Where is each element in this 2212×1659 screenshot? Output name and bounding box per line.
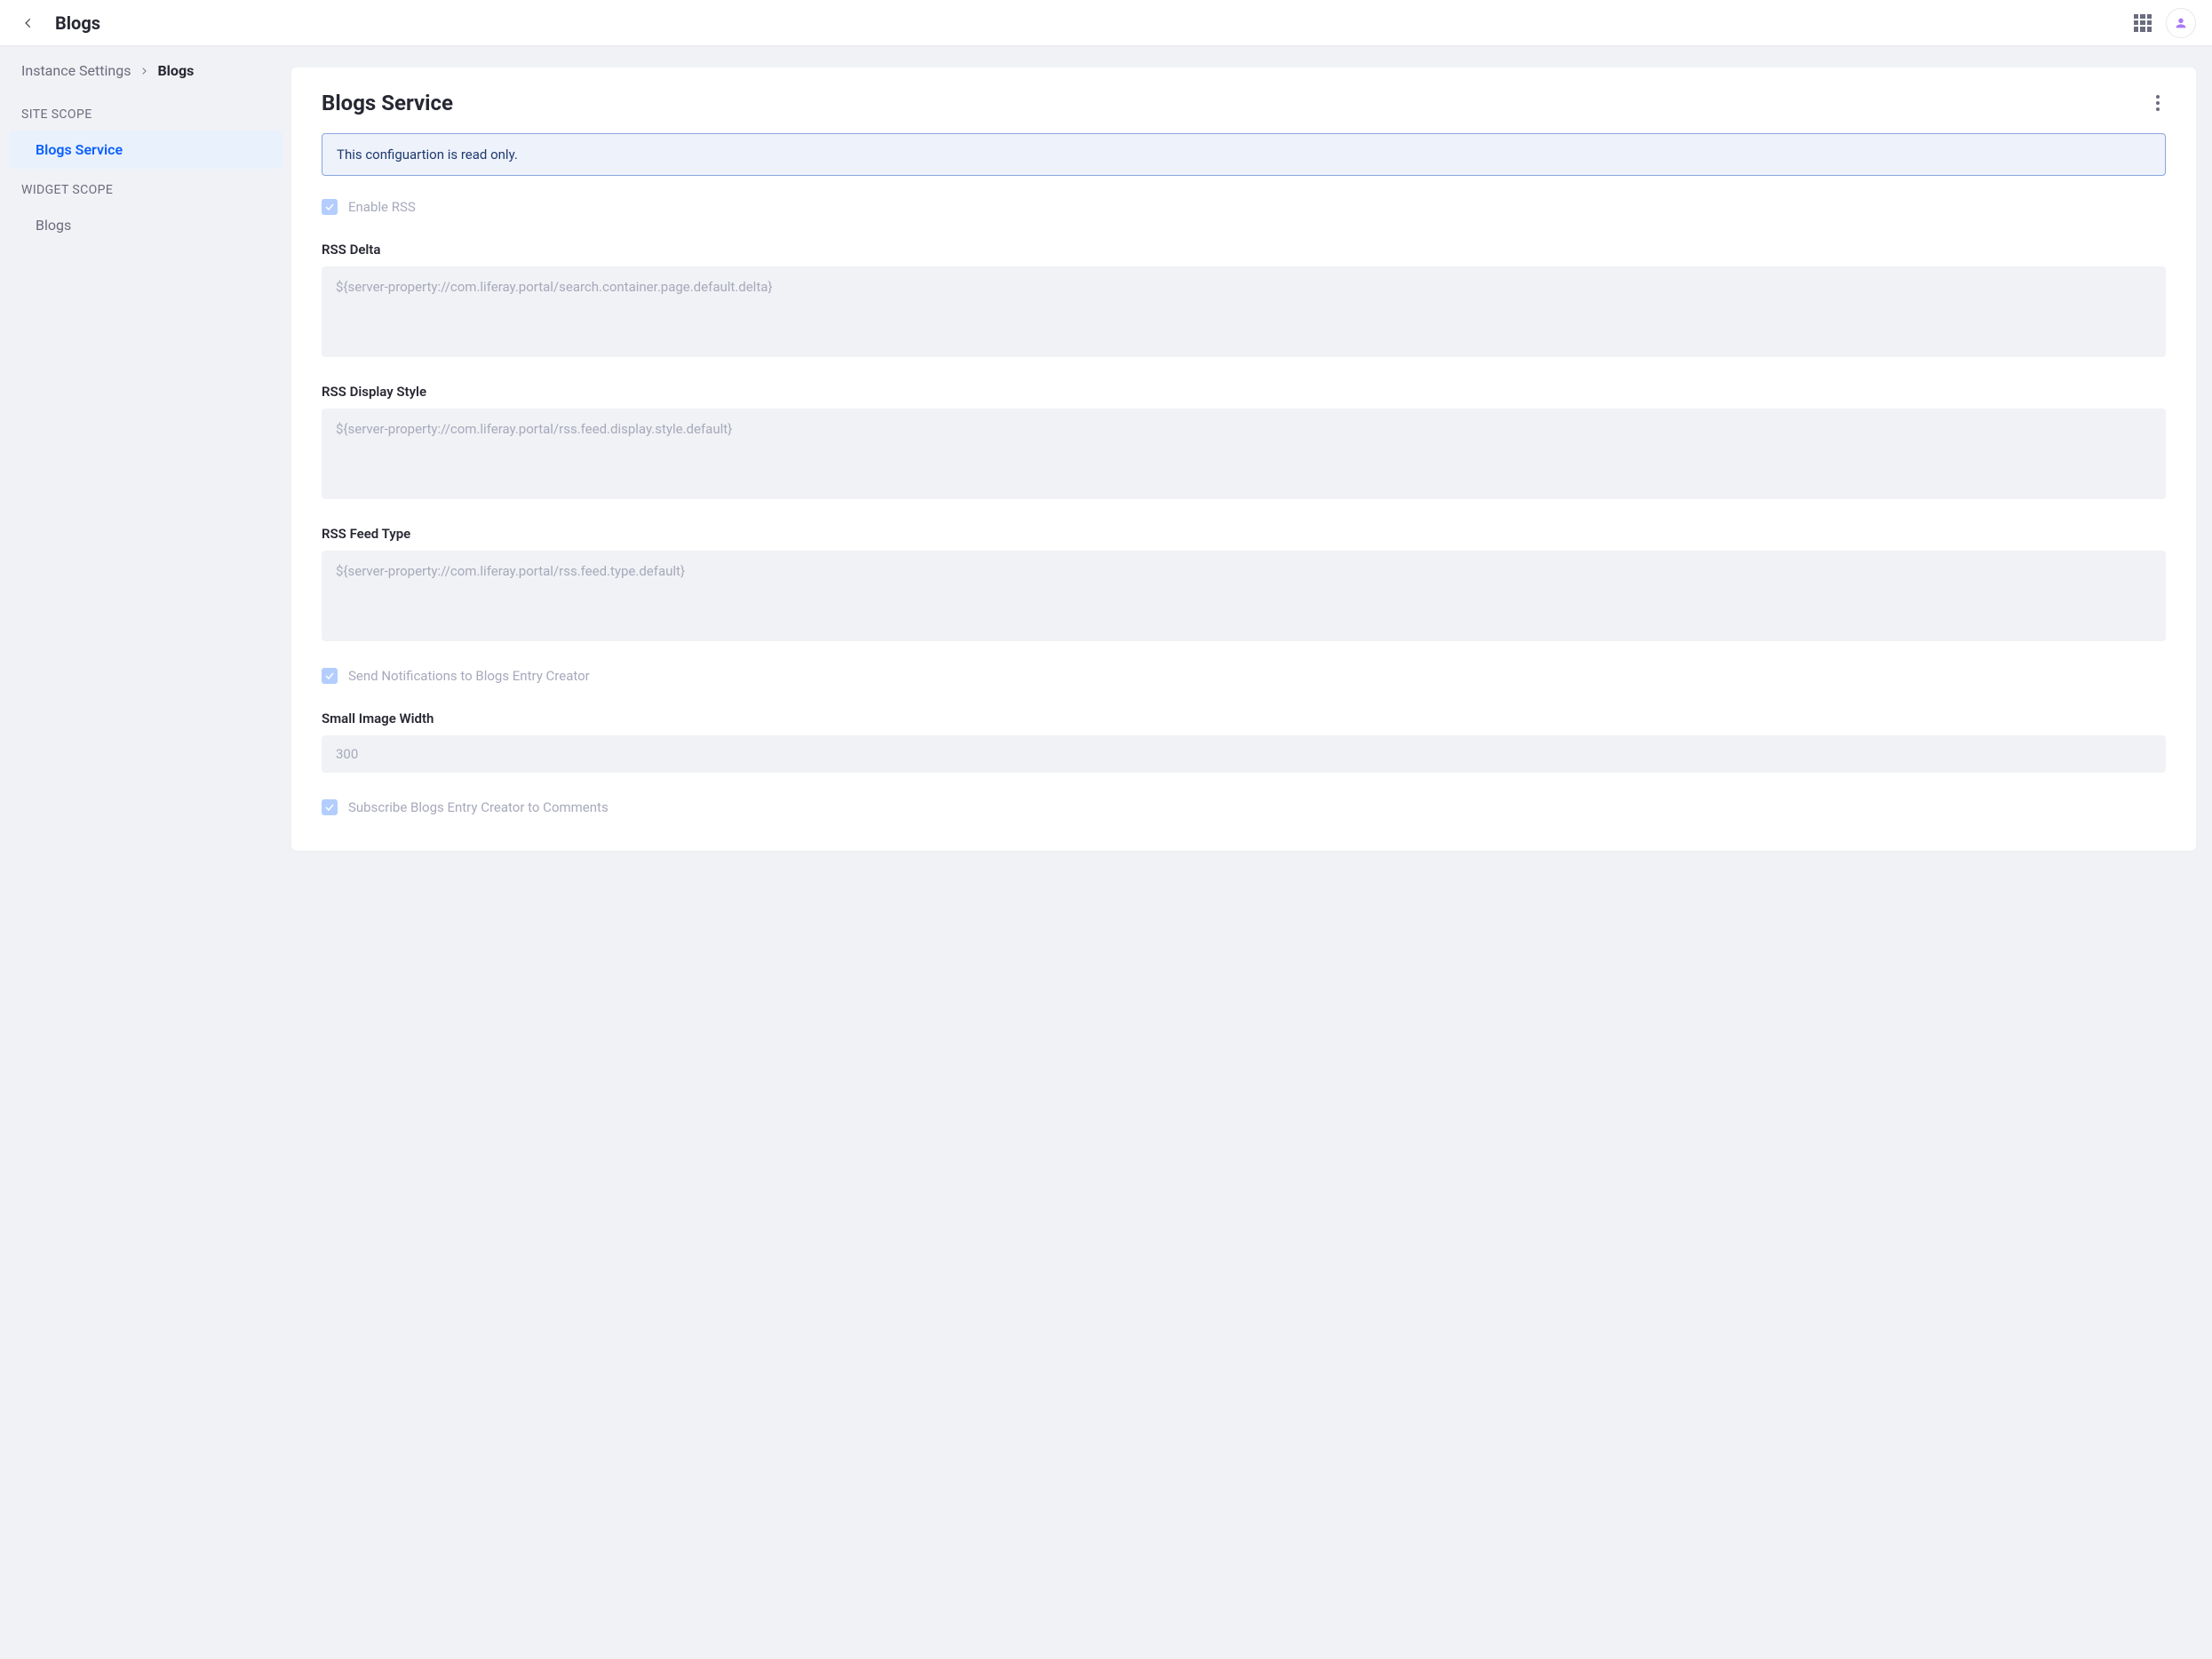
breadcrumb-current: Blogs <box>157 62 194 79</box>
chevron-right-icon <box>139 62 148 79</box>
small-image-width-group: Small Image Width 300 <box>322 710 2166 773</box>
enable-rss-checkbox[interactable] <box>322 199 338 215</box>
more-actions-button[interactable] <box>2150 92 2166 114</box>
enable-rss-checkbox-row: Enable RSS <box>322 199 2166 215</box>
rss-feed-type-field[interactable]: ${server-property://com.liferay.portal/r… <box>322 551 2166 641</box>
send-notifications-checkbox-row: Send Notifications to Blogs Entry Creato… <box>322 668 2166 684</box>
subscribe-comments-checkbox-row: Subscribe Blogs Entry Creator to Comment… <box>322 799 2166 815</box>
rss-delta-group: RSS Delta ${server-property://com.lifera… <box>322 242 2166 357</box>
small-image-width-field[interactable]: 300 <box>322 735 2166 773</box>
body-wrap: Instance Settings Blogs SITE SCOPE Blogs… <box>0 46 2212 1659</box>
send-notifications-label: Send Notifications to Blogs Entry Creato… <box>348 668 590 684</box>
enable-rss-label: Enable RSS <box>348 199 416 215</box>
dot-icon <box>2156 107 2160 111</box>
user-avatar[interactable] <box>2166 8 2196 38</box>
send-notifications-checkbox[interactable] <box>322 668 338 684</box>
rss-delta-label: RSS Delta <box>322 242 2166 258</box>
rss-display-style-label: RSS Display Style <box>322 384 2166 400</box>
card-title: Blogs Service <box>322 91 453 115</box>
widget-scope-header: WIDGET SCOPE <box>9 171 282 206</box>
page-title: Blogs <box>55 12 100 34</box>
rss-feed-type-label: RSS Feed Type <box>322 526 2166 542</box>
sidebar-item-blogs[interactable]: Blogs <box>9 206 282 244</box>
rss-display-style-field[interactable]: ${server-property://com.liferay.portal/r… <box>322 409 2166 499</box>
breadcrumb-parent[interactable]: Instance Settings <box>21 62 131 79</box>
rss-delta-field[interactable]: ${server-property://com.liferay.portal/s… <box>322 266 2166 357</box>
check-icon <box>324 671 335 681</box>
read-only-alert: This configuartion is read only. <box>322 133 2166 176</box>
small-image-width-label: Small Image Width <box>322 710 2166 726</box>
rss-display-style-group: RSS Display Style ${server-property://co… <box>322 384 2166 499</box>
sidebar-item-blogs-service[interactable]: Blogs Service <box>9 131 282 169</box>
sidebar-item-label: Blogs <box>36 217 71 234</box>
top-bar-right <box>2134 8 2196 38</box>
sidebar: Instance Settings Blogs SITE SCOPE Blogs… <box>0 46 291 1659</box>
sidebar-item-label: Blogs Service <box>36 141 123 158</box>
main-content: Blogs Service This configuartion is read… <box>291 46 2212 1659</box>
subscribe-comments-label: Subscribe Blogs Entry Creator to Comment… <box>348 799 609 815</box>
rss-feed-type-group: RSS Feed Type ${server-property://com.li… <box>322 526 2166 641</box>
back-button[interactable] <box>16 11 41 36</box>
apps-grid-icon[interactable] <box>2134 14 2152 32</box>
dot-icon <box>2156 95 2160 99</box>
chevron-left-icon <box>22 17 35 29</box>
check-icon <box>324 802 335 813</box>
subscribe-comments-checkbox[interactable] <box>322 799 338 815</box>
site-scope-header: SITE SCOPE <box>9 95 282 131</box>
breadcrumb: Instance Settings Blogs <box>9 46 282 95</box>
person-icon <box>2174 16 2188 30</box>
check-icon <box>324 202 335 212</box>
card-header: Blogs Service <box>322 91 2166 115</box>
dot-icon <box>2156 101 2160 105</box>
top-bar-left: Blogs <box>16 11 100 36</box>
top-bar: Blogs <box>0 0 2212 46</box>
settings-card: Blogs Service This configuartion is read… <box>291 67 2196 851</box>
